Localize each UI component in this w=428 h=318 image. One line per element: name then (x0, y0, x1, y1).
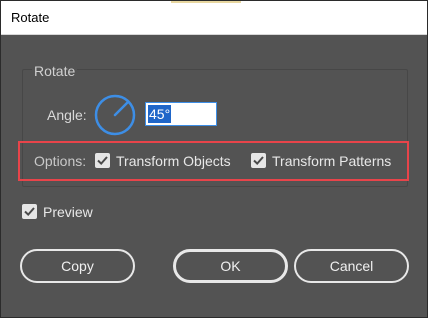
angle-label: Angle: (47, 107, 87, 123)
ok-button[interactable]: OK (173, 249, 288, 283)
angle-value[interactable]: 45° (148, 105, 172, 123)
checkmark-icon (253, 156, 264, 166)
preview-checkbox[interactable] (22, 204, 37, 219)
transform-patterns-label[interactable]: Transform Patterns (272, 153, 391, 169)
copy-button[interactable]: Copy (20, 249, 135, 283)
rotate-group-label: Rotate (32, 63, 78, 79)
cancel-button[interactable]: Cancel (294, 249, 409, 283)
transform-patterns-checkbox[interactable] (251, 153, 266, 168)
dialog-title: Rotate (11, 10, 50, 25)
checkmark-icon (97, 156, 108, 166)
options-label: Options: (34, 153, 87, 169)
transform-objects-label[interactable]: Transform Objects (116, 153, 231, 169)
title-bar: Rotate (1, 1, 427, 35)
angle-dial-icon[interactable] (94, 94, 136, 136)
preview-label[interactable]: Preview (43, 204, 93, 220)
title-accent (171, 1, 241, 3)
checkmark-icon (24, 207, 35, 217)
rotate-dialog: Rotate Rotate Angle: 45° Options: Transf… (0, 0, 428, 318)
transform-objects-checkbox[interactable] (95, 153, 110, 168)
